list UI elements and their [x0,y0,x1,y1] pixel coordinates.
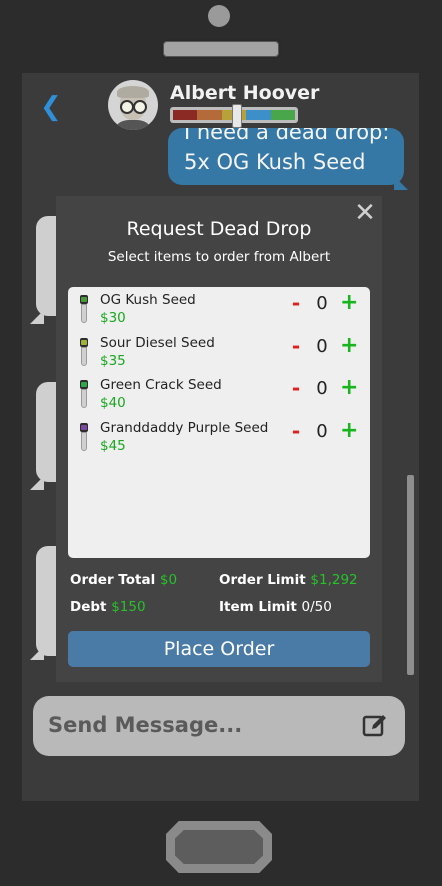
item-name: Green Crack Seed [100,377,222,393]
increase-button[interactable]: + [340,418,358,443]
item-name: Granddaddy Purple Seed [100,420,269,436]
quantity-value: 0 [316,421,328,442]
item-price: $30 [100,310,126,326]
speaker-grille [161,39,281,59]
item-name: OG Kush Seed [100,292,196,308]
message-line: 5x OG Kush Seed [184,150,366,174]
message-line: I need a dead drop: [184,128,390,144]
item-limit-value: 0/50 [301,599,332,615]
close-icon[interactable]: ✕ [352,200,378,226]
debt: Debt $150 [70,599,146,615]
item-name: Sour Diesel Seed [100,335,215,351]
item-limit-label: Item Limit [219,599,297,615]
message-placeholder: Send Message... [48,713,243,737]
outgoing-message: I need a dead drop: 5x OG Kush Seed [168,128,404,185]
quantity-value: 0 [316,336,328,357]
seed-vial-icon [79,380,89,408]
order-limit: Order Limit $1,292 [219,572,358,588]
seed-vial-icon [79,423,89,451]
chevron-left-icon[interactable]: ❮ [40,92,62,122]
quantity-value: 0 [316,293,328,314]
phone-frame: ❮ Albert Hoover I need a dead drop: 5x O… [0,0,442,886]
contact-name: Albert Hoover [170,82,320,104]
seed-vial-icon [79,338,89,366]
list-item: OG Kush Seed $30 - 0 + [68,289,370,329]
item-price: $35 [100,353,126,369]
decrease-button[interactable]: - [289,334,303,358]
item-limit: Item Limit 0/50 [219,599,332,615]
seed-vial-icon [79,295,89,323]
decrease-button[interactable]: - [289,419,303,443]
home-button-inner [175,830,263,864]
order-total: Order Total $0 [70,572,177,588]
quantity-value: 0 [316,378,328,399]
camera-icon [208,5,230,27]
item-price: $40 [100,395,126,411]
list-item: Sour Diesel Seed $35 - 0 + [68,332,370,372]
increase-button[interactable]: + [340,290,358,315]
avatar[interactable] [108,80,158,130]
order-total-value: $0 [159,572,178,588]
item-list: OG Kush Seed $30 - 0 + Sour Diesel Seed … [68,287,370,558]
list-item: Granddaddy Purple Seed $45 - 0 + [68,417,370,457]
dialog-subtitle: Select items to order from Albert [107,249,331,265]
list-item: Green Crack Seed $40 - 0 + [68,374,370,414]
place-order-button[interactable]: Place Order [68,631,370,667]
order-limit-value: $1,292 [310,572,358,588]
order-total-label: Order Total [70,572,156,588]
decrease-button[interactable]: - [289,291,303,315]
increase-button[interactable]: + [340,375,358,400]
order-limit-label: Order Limit [219,572,306,588]
item-price: $45 [100,438,126,454]
edit-icon[interactable] [362,712,388,738]
increase-button[interactable]: + [340,333,358,358]
decrease-button[interactable]: - [289,376,303,400]
relationship-marker [232,104,243,128]
debt-label: Debt [70,599,107,615]
debt-value: $150 [111,599,146,615]
chat-scrollbar[interactable] [407,475,414,675]
